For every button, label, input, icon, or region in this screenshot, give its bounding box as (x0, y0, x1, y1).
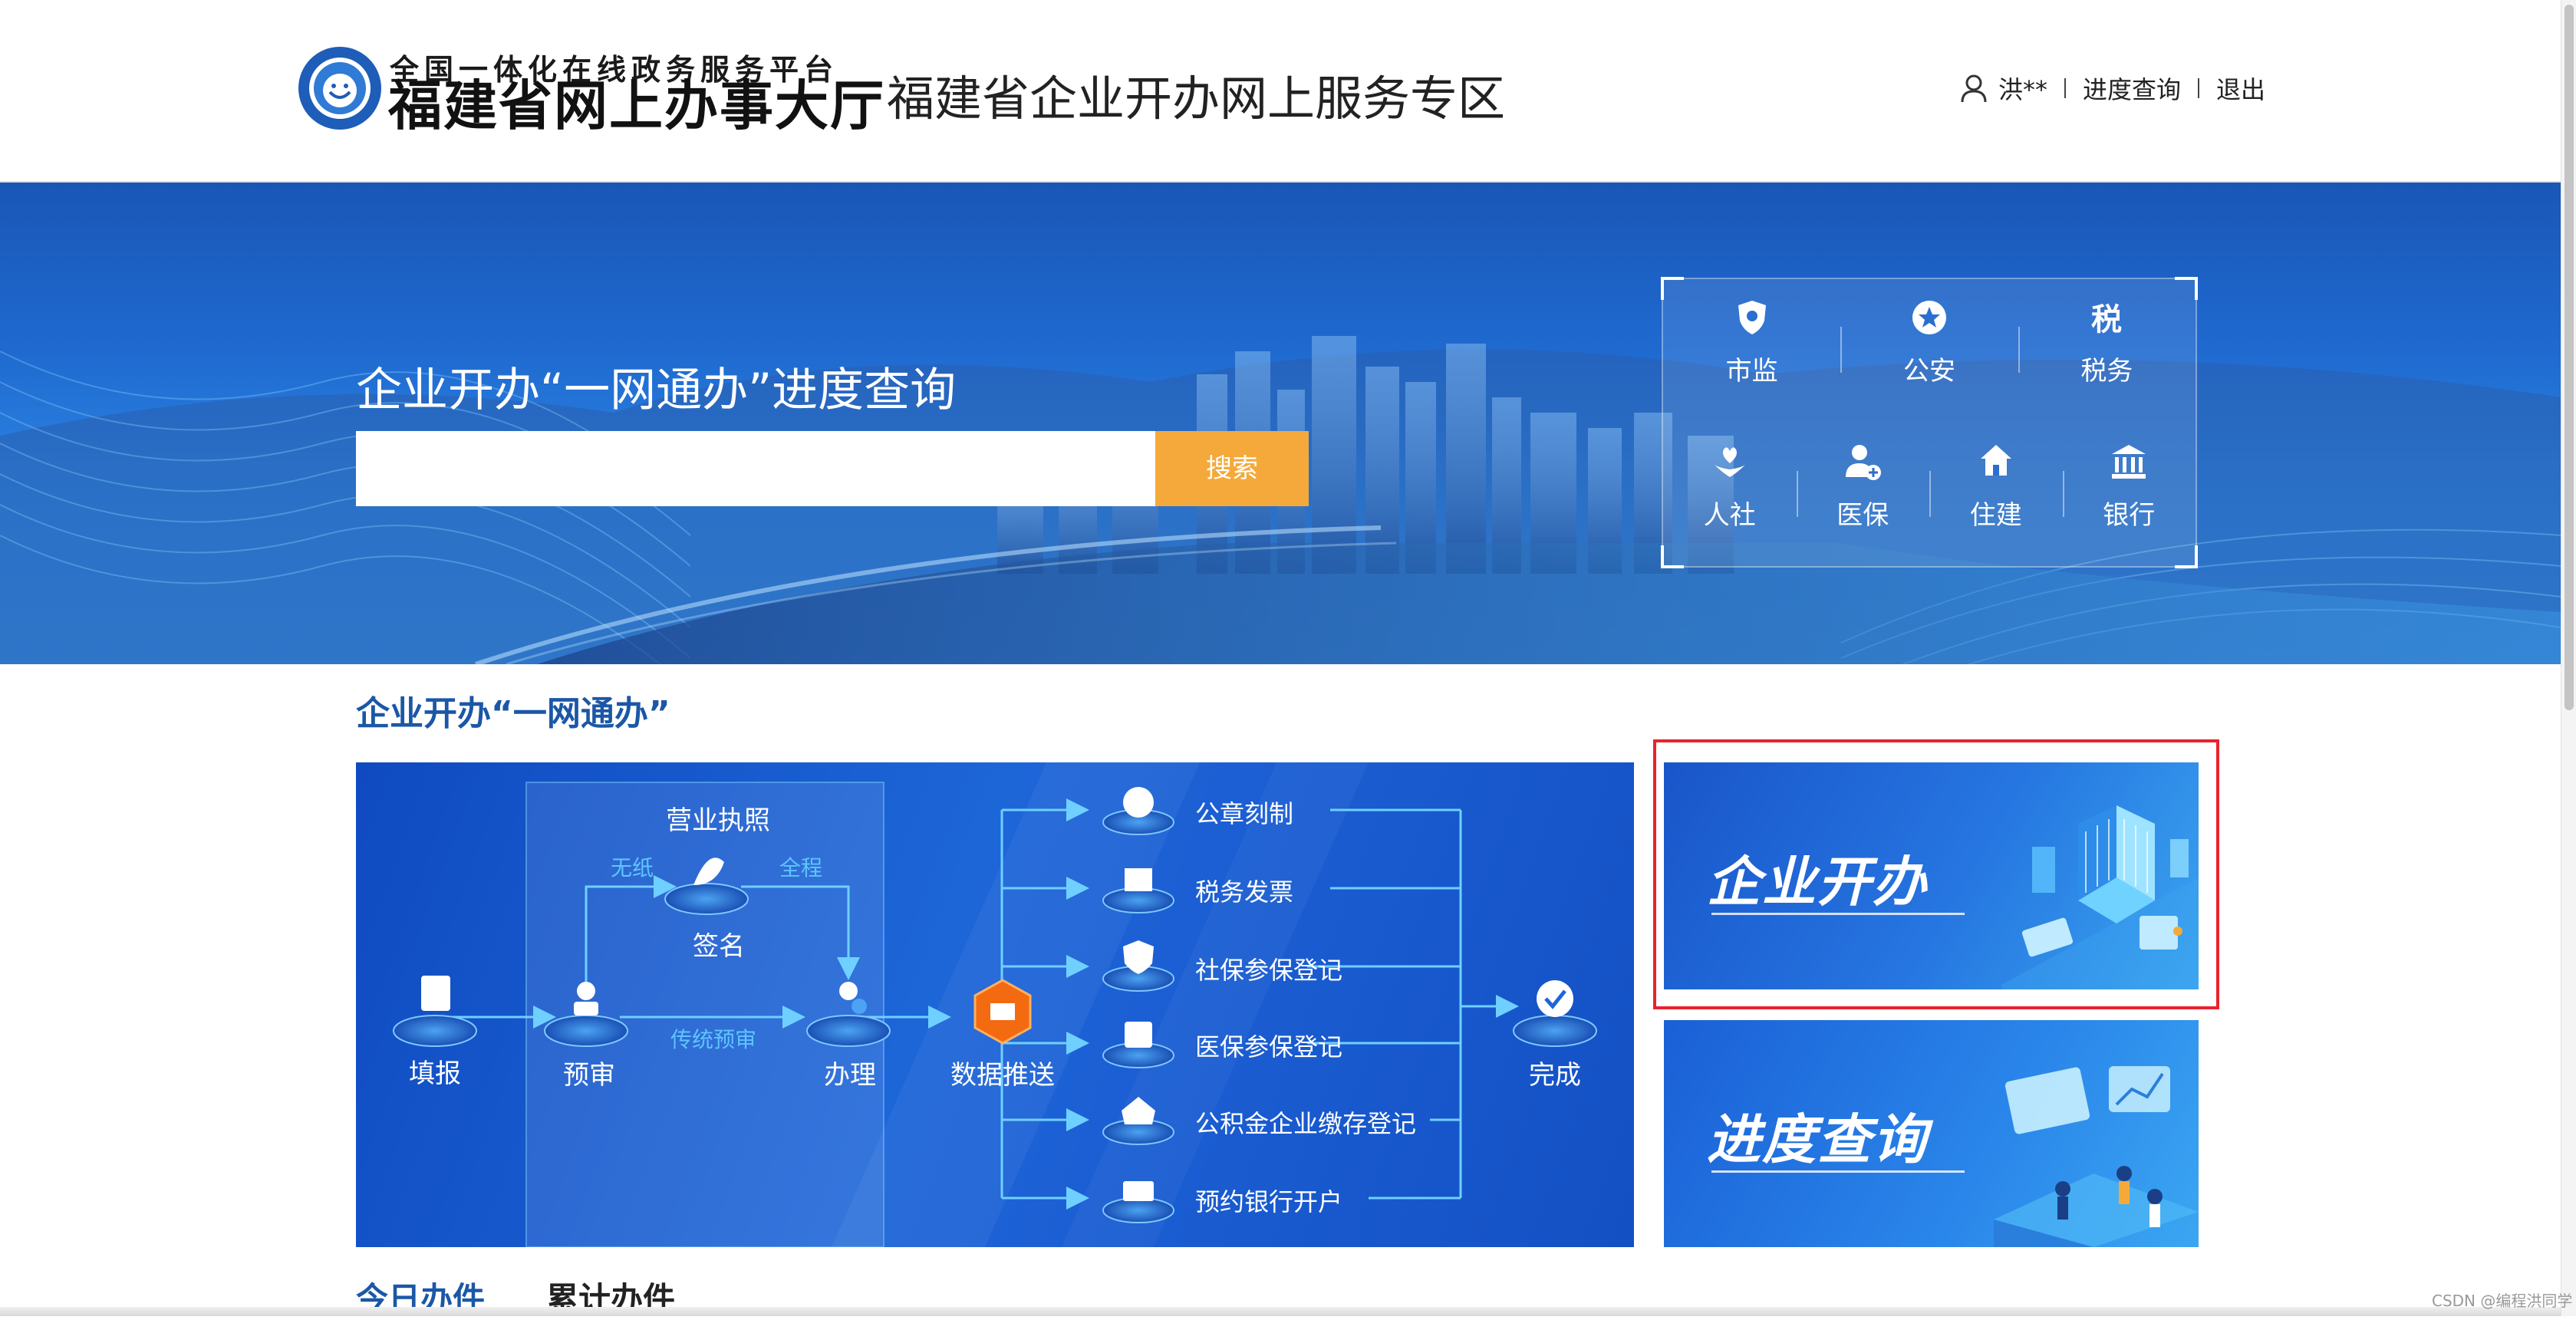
progress-query-title: 进度查询 (1707, 1108, 1928, 1171)
search-input[interactable] (356, 431, 1155, 506)
no-paper-label: 无纸 (610, 855, 654, 881)
user-name[interactable]: 洪** (1998, 71, 2047, 106)
bank-icon (2112, 445, 2146, 479)
open-business-title: 企业开办 (1707, 851, 1928, 913)
dept-label: 公安 (1902, 356, 1955, 387)
divider (2064, 78, 2067, 98)
search-button[interactable]: 搜索 (1155, 431, 1309, 506)
svg-text:税: 税 (2091, 302, 2122, 337)
dept-bank[interactable]: 银行 (2062, 442, 2196, 557)
step-handle: 办理 (824, 1060, 876, 1091)
flow-lines (393, 762, 1597, 1247)
banner: 企业开办“一网通办”进度查询 搜索 市监 公安 税 税务 人社 医保 住建 银行 (0, 183, 2561, 664)
dept-label: 银行 (2103, 500, 2156, 531)
full-process-label: 全程 (779, 855, 823, 881)
bottom-shadow (0, 1307, 2561, 1316)
hands-heart-icon (1714, 447, 1745, 477)
progress-query-card[interactable]: 进度查询 (1664, 1020, 2199, 1247)
logout-link[interactable]: 退出 (2216, 71, 2265, 106)
header: 全国一体化在线政务服务平台 福建省网上办事大厅 福建省企业开办网上服务专区 洪*… (0, 0, 2561, 183)
dept-human-resources[interactable]: 人社 (1663, 442, 1797, 557)
scrollbar-thumb[interactable] (2564, 5, 2574, 710)
dept-label: 市监 (1725, 356, 1778, 387)
step-prereview: 预审 (563, 1060, 615, 1091)
service-social-insurance: 社保参保登记 (1195, 956, 1343, 985)
title-underline (1711, 1170, 1965, 1173)
dept-market-supervision[interactable]: 市监 (1663, 298, 1840, 413)
dept-label: 人社 (1703, 500, 1756, 531)
watermark: CSDN @编程洪同学 (2432, 1292, 2573, 1310)
site-title: 福建省企业开办网上服务专区 (887, 71, 1506, 127)
dept-label: 医保 (1836, 500, 1889, 531)
step-fill: 填报 (409, 1058, 461, 1089)
panel-corner (1661, 277, 1684, 300)
license-group-label: 营业执照 (666, 805, 770, 836)
vertical-scrollbar[interactable] (2561, 0, 2576, 1316)
dept-taxation[interactable]: 税 税务 (2018, 298, 2196, 413)
tax-icon: 税 (2091, 302, 2122, 337)
dept-label: 税务 (2080, 356, 2133, 387)
service-tax-invoice: 税务发票 (1195, 877, 1294, 907)
user-area: 洪** 进度查询 退出 (1960, 71, 2265, 106)
user-icon (1961, 74, 1987, 103)
section-title: 企业开办“一网通办” (356, 694, 670, 733)
step-complete: 完成 (1529, 1060, 1581, 1091)
divider (2198, 78, 2200, 98)
department-panel: 市监 公安 税 税务 人社 医保 住建 银行 (1661, 277, 2198, 568)
panel-corner (2175, 277, 2198, 300)
step-data-push: 数据推送 (950, 1060, 1055, 1091)
dept-label: 住建 (1969, 500, 2022, 531)
logo-emblem-icon (298, 47, 381, 130)
service-bank-account: 预约银行开户 (1195, 1187, 1343, 1216)
dept-public-security[interactable]: 公安 (1840, 298, 2018, 413)
service-seal-engraving: 公章刻制 (1195, 799, 1294, 828)
title-underline (1711, 913, 1965, 915)
open-business-card[interactable]: 企业开办 (1664, 762, 2199, 989)
step-sign: 签名 (693, 931, 745, 962)
dept-medical-insurance[interactable]: 医保 (1796, 442, 1930, 557)
logo-hall-text: 福建省网上办事大厅 (388, 74, 885, 137)
service-housing-fund: 公积金企业缴存登记 (1195, 1109, 1417, 1138)
person-plus-icon (1846, 445, 1882, 480)
house-icon (1980, 445, 2011, 476)
progress-query-link[interactable]: 进度查询 (2083, 71, 2181, 106)
police-badge-icon (1738, 301, 1766, 334)
process-flow-diagram: 营业执照 无纸 全程 传统预审 填报 预审 签名 办理 数据推送 完成 公章刻制… (356, 762, 1634, 1247)
traditional-review-label: 传统预审 (670, 1027, 757, 1052)
dept-housing-construction[interactable]: 住建 (1929, 442, 2063, 557)
search-title: 企业开办“一网通办”进度查询 (356, 364, 957, 417)
shield-star-icon (1912, 301, 1946, 334)
service-medical-insurance: 医保参保登记 (1195, 1032, 1343, 1062)
